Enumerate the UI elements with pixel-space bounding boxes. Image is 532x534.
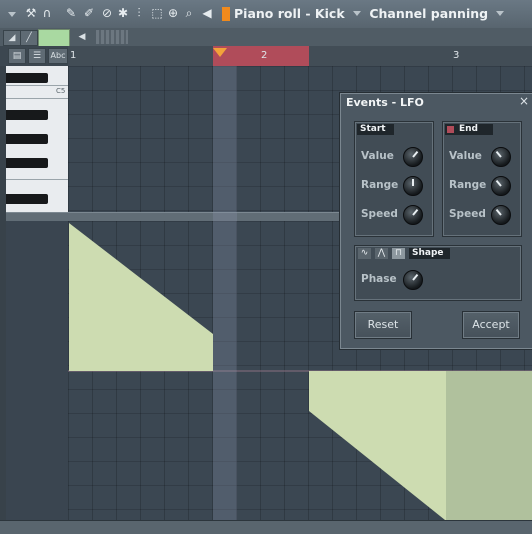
target-parameter[interactable]: Channel panning [369, 6, 488, 21]
black-key[interactable] [6, 158, 48, 168]
phase-label: Phase [361, 273, 397, 285]
key-divider [6, 98, 68, 99]
key-divider [6, 179, 68, 180]
draw-mode-icon[interactable]: ◢ [3, 30, 21, 46]
pencil-icon[interactable]: ✎ [64, 6, 78, 20]
wrench-icon[interactable]: ⚒ [24, 6, 38, 20]
start-speed-label: Speed [361, 208, 398, 220]
horizontal-scrollbar[interactable] [96, 30, 128, 44]
key-divider [6, 85, 68, 86]
end-speed-label: Speed [449, 208, 486, 220]
end-enable-checkbox[interactable] [447, 126, 454, 133]
triangle-shape-icon[interactable]: ⋀ [375, 248, 388, 259]
black-key[interactable] [6, 134, 48, 144]
start-panel: Start Value Range Speed [354, 121, 434, 237]
sine-shape-icon[interactable]: ∿ [358, 248, 371, 259]
events-lfo-dialog: Events - LFO × Start Value Range Speed E… [339, 92, 532, 350]
start-speed-knob[interactable] [403, 205, 423, 225]
window-title: Piano roll - Kick Channel panning [234, 6, 505, 22]
secondary-toolbar: ◢ ╱ ◀ [0, 28, 532, 47]
start-value-knob[interactable] [403, 147, 423, 167]
playhead-marker-icon[interactable] [213, 48, 227, 57]
end-value-knob[interactable] [491, 147, 511, 167]
select-icon[interactable]: ⬚ [150, 6, 164, 20]
piano-keyboard[interactable]: C5 [6, 66, 68, 212]
line-tool-icon[interactable]: ╱ [20, 30, 38, 46]
end-range-label: Range [449, 179, 487, 191]
shape-panel: ∿ ⋀ ⊓ Shape Phase [354, 245, 522, 301]
start-range-label: Range [361, 179, 399, 191]
end-range-knob[interactable] [491, 176, 511, 196]
color-swatch-button[interactable] [38, 29, 70, 47]
keyboard-view-icon[interactable]: ▤ [8, 48, 26, 64]
zoom-icon[interactable]: ⊕ [166, 6, 180, 20]
menu-arrow-icon[interactable] [8, 12, 16, 17]
mute-icon[interactable]: ⊘ [100, 6, 114, 20]
black-key[interactable] [6, 110, 48, 120]
bottom-scrollbar[interactable] [0, 520, 532, 534]
c5-label: C5 [56, 87, 66, 95]
bar-number: 3 [453, 50, 460, 61]
list-view-icon[interactable]: ☰ [28, 48, 46, 64]
playhead-column [213, 66, 237, 520]
bar-number: 1 [70, 50, 77, 61]
start-header: Start [357, 124, 394, 135]
chevron-down-icon[interactable] [353, 11, 361, 16]
speaker-icon[interactable]: ✱ [116, 6, 130, 20]
magnet-icon[interactable]: ∩ [40, 6, 54, 20]
square-shape-icon[interactable]: ⊓ [392, 248, 405, 259]
black-key[interactable] [6, 194, 48, 204]
phase-knob[interactable] [403, 270, 423, 290]
scroll-left-icon[interactable]: ◀ [74, 30, 90, 44]
end-speed-knob[interactable] [491, 205, 511, 225]
event-shape-1 [69, 223, 213, 371]
zoom-select-icon[interactable]: ⌕ [182, 6, 196, 20]
event-editor-sidebar [6, 221, 69, 520]
shape-header: Shape [409, 248, 450, 259]
black-key[interactable] [6, 73, 48, 83]
start-range-knob[interactable] [403, 176, 423, 196]
playback-icon[interactable]: ◀ [200, 6, 214, 20]
selection-overlay [446, 371, 532, 520]
end-value-label: Value [449, 150, 482, 162]
note-names-button[interactable]: Abc [48, 48, 68, 64]
dialog-title: Events - LFO [346, 96, 424, 109]
slice-icon[interactable]: ⫶ [132, 6, 146, 20]
bar-number: 2 [261, 50, 268, 61]
start-value-label: Value [361, 150, 394, 162]
chevron-down-icon[interactable] [496, 11, 505, 16]
end-panel: End Value Range Speed [442, 121, 522, 237]
reset-button[interactable]: Reset [354, 311, 412, 339]
title-tab-marker[interactable] [222, 7, 230, 21]
brush-icon[interactable]: ✐ [82, 6, 96, 20]
piano-roll-title: Piano roll - Kick [234, 6, 345, 21]
close-icon[interactable]: × [518, 95, 530, 107]
piano-roll-toolbar: ⚒ ∩ ✎ ✐ ⊘ ✱ ⫶ ⬚ ⊕ ⌕ ◀ Piano roll - Kick … [0, 0, 532, 29]
accept-button[interactable]: Accept [462, 311, 520, 339]
